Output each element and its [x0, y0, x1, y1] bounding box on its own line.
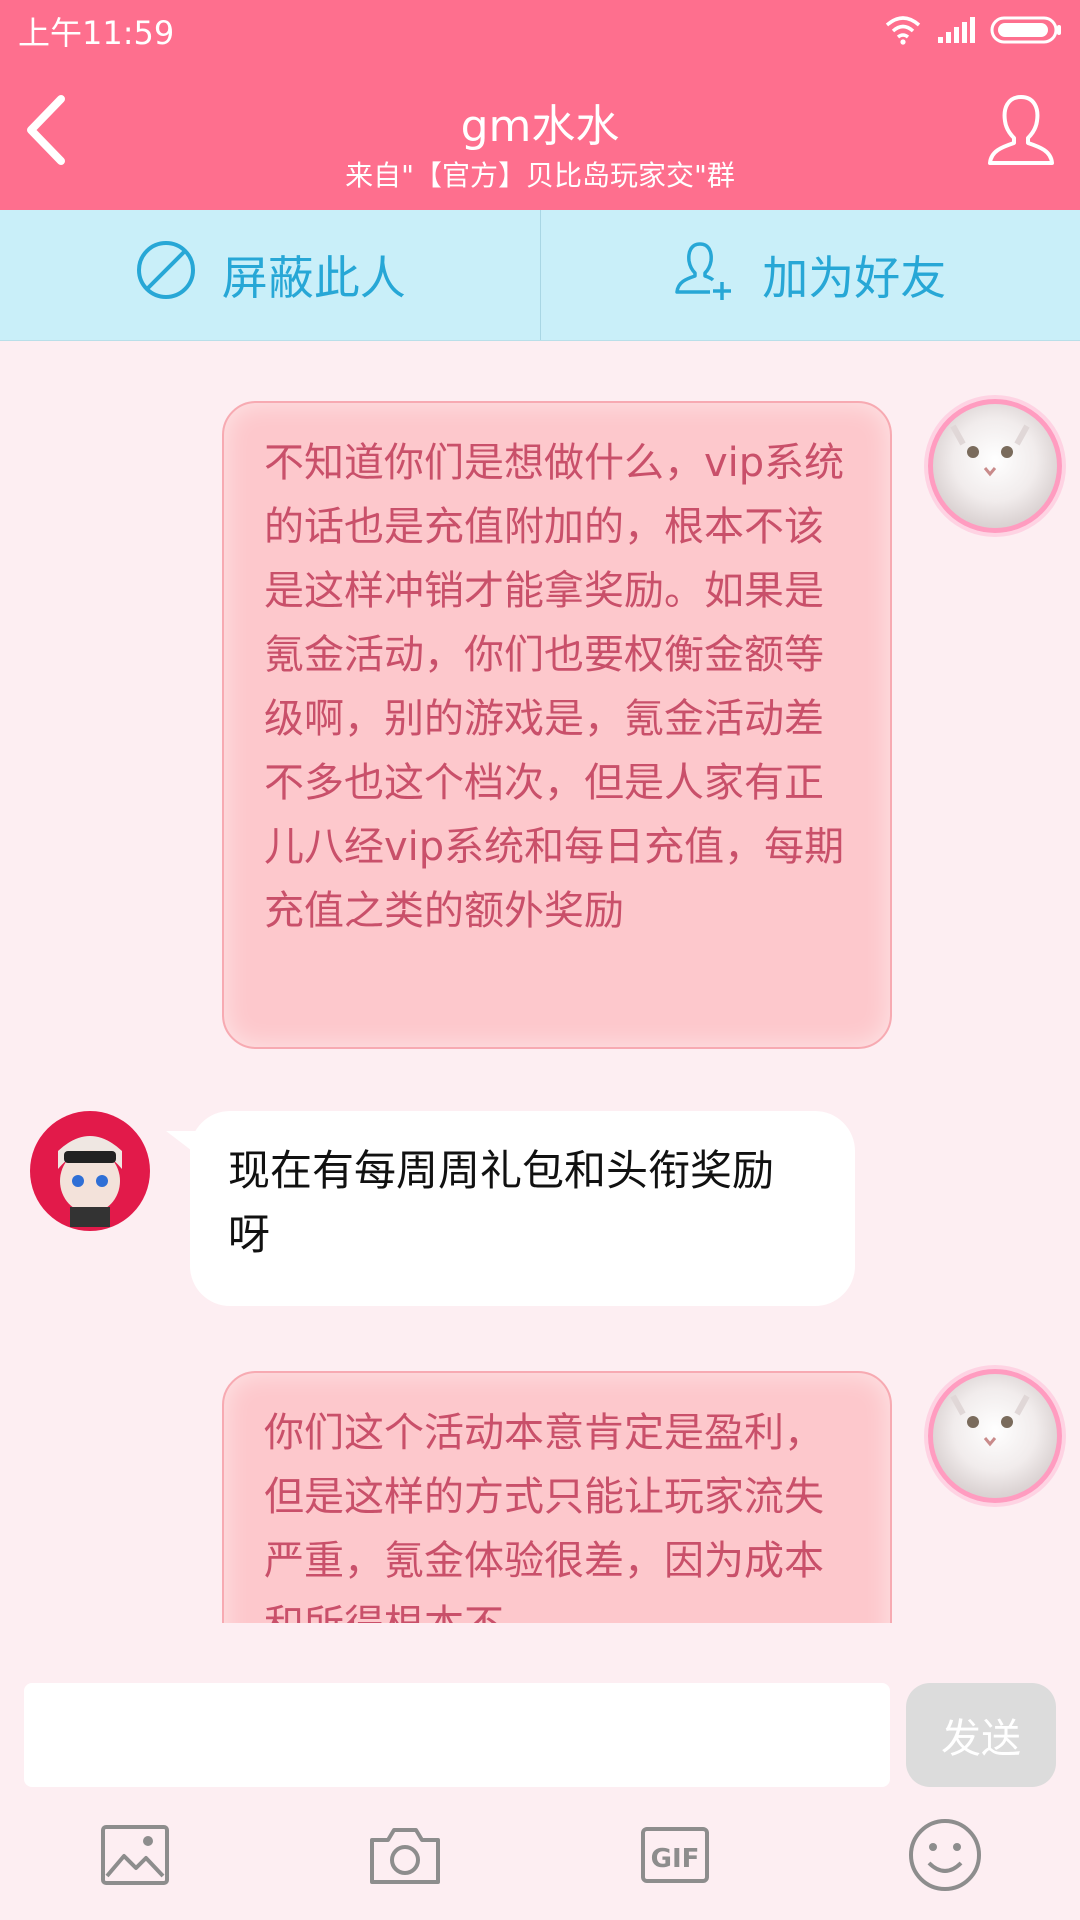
contact-avatar[interactable] — [30, 1111, 150, 1231]
wifi-icon — [884, 15, 922, 49]
block-label: 屏蔽此人 — [221, 251, 406, 305]
message-bubble[interactable]: 你们这个活动本意肯定是盈利，但是这样的方式只能让玩家流失严重，氪金体验很差，因为… — [222, 1371, 892, 1623]
message-bubble[interactable]: 现在有每周周礼包和头衔奖励呀 — [190, 1111, 855, 1306]
action-row: 屏蔽此人 加为好友 — [0, 210, 1080, 341]
message-bubble[interactable]: 不知道你们是想做什么，vip系统的话也是充值附加的，根本不该是这样冲销才能拿奖励… — [222, 401, 892, 1049]
page-subtitle: 来自"【官方】贝比岛玩家交"群 — [345, 159, 735, 192]
chat-messages[interactable]: 不知道你们是想做什么，vip系统的话也是充值附加的，根本不该是这样冲销才能拿奖励… — [0, 341, 1080, 1623]
composer-toolbar: GIF — [0, 1793, 1080, 1920]
smiley-icon — [907, 1817, 983, 1897]
gif-button[interactable]: GIF — [630, 1812, 720, 1902]
gif-icon: GIF — [641, 1826, 709, 1887]
add-user-icon — [674, 238, 738, 313]
user-icon — [986, 91, 1056, 175]
page-title: gm水水 — [460, 101, 620, 152]
battery-icon — [990, 14, 1062, 50]
status-time: 上午11:59 — [18, 14, 175, 52]
svg-text:GIF: GIF — [651, 1844, 700, 1874]
status-bar: 上午11:59 — [0, 0, 1080, 62]
my-avatar[interactable] — [928, 1369, 1062, 1503]
image-icon — [100, 1824, 170, 1890]
chat-header: gm水水 来自"【官方】贝比岛玩家交"群 — [0, 62, 1080, 210]
composer: 发送 — [0, 1623, 1080, 1793]
signal-icon — [936, 15, 976, 49]
image-button[interactable] — [90, 1812, 180, 1902]
my-avatar[interactable] — [928, 399, 1062, 533]
status-icons — [884, 12, 1062, 52]
emoji-button[interactable] — [900, 1812, 990, 1902]
block-icon — [134, 238, 198, 313]
block-button[interactable]: 屏蔽此人 — [0, 210, 540, 340]
add-friend-label: 加为好友 — [762, 251, 947, 305]
add-friend-button[interactable]: 加为好友 — [541, 210, 1080, 340]
camera-button[interactable] — [360, 1812, 450, 1902]
message-input[interactable] — [24, 1683, 890, 1787]
profile-button[interactable] — [976, 88, 1066, 178]
send-button[interactable]: 发送 — [906, 1683, 1056, 1787]
camera-icon — [368, 1824, 442, 1890]
